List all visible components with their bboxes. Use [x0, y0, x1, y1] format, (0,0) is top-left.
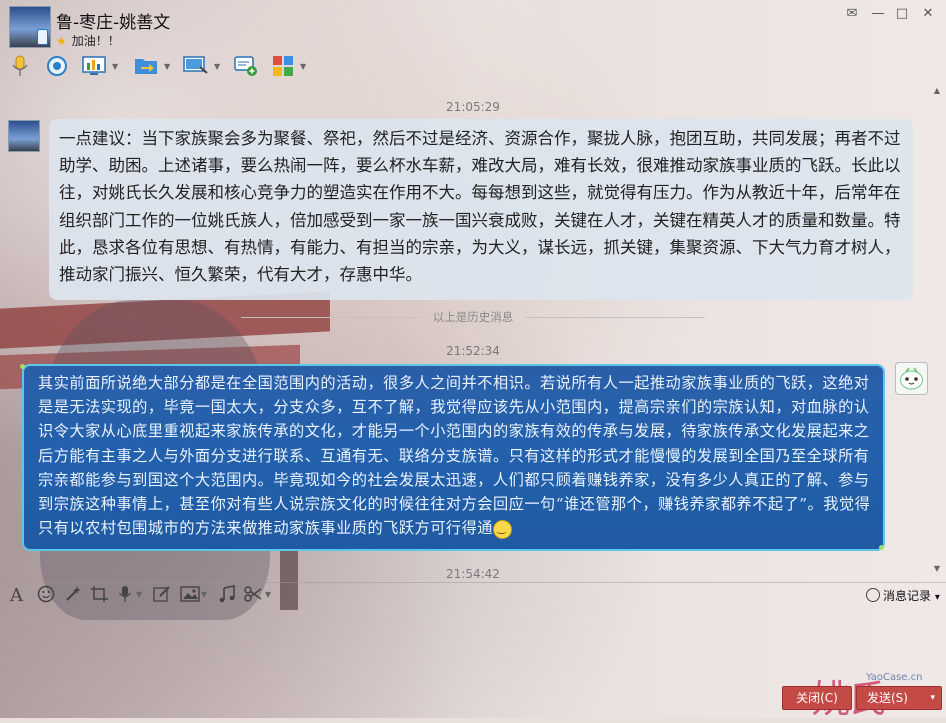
smile-emoji-icon: [492, 519, 512, 539]
history-separator: 以上是历史消息: [0, 309, 946, 325]
chevron-down-icon[interactable]: ▾: [930, 687, 935, 709]
doodle-icon[interactable]: [153, 585, 171, 607]
close-window-button[interactable]: ✕: [918, 6, 938, 22]
feedback-icon[interactable]: ✉: [842, 6, 862, 22]
send-label: 发送(S): [867, 691, 908, 705]
image-icon[interactable]: [180, 585, 200, 607]
title-bar: 鲁-枣庄-姚善文 ★ 加油！！ ✉ — □ ✕: [0, 0, 946, 50]
font-icon[interactable]: A: [10, 585, 23, 607]
microphone-icon[interactable]: [6, 52, 34, 80]
self-avatar[interactable]: [895, 362, 928, 395]
sender-avatar[interactable]: [8, 120, 40, 152]
chat-toolbar: ▼ ▼ ▼ ▼: [0, 52, 946, 82]
contact-name[interactable]: 鲁-枣庄-姚善文: [56, 8, 170, 33]
message-timestamp: 21:52:34: [446, 344, 500, 358]
chevron-down-icon[interactable]: ▼: [164, 62, 170, 71]
sent-message-text: 其实前面所说绝大部分都是在全国范围内的活动，很多人之间并不相识。若说所有人一起推…: [38, 374, 871, 538]
screen-share-icon[interactable]: [80, 52, 108, 80]
maximize-button[interactable]: □: [892, 6, 912, 22]
minimize-button[interactable]: —: [868, 6, 888, 22]
signature-text: 加油！！: [71, 34, 120, 48]
chevron-down-icon[interactable]: ▼: [136, 590, 142, 612]
screenshot-icon[interactable]: [90, 585, 110, 607]
emoji-icon[interactable]: [37, 585, 55, 607]
group-chat-icon[interactable]: [232, 52, 260, 80]
star-icon: ★: [56, 34, 67, 48]
message-timestamp: 21:54:42: [446, 567, 500, 581]
bubble-decoration: [879, 545, 884, 550]
scissors-icon[interactable]: [244, 585, 262, 607]
contact-avatar[interactable]: [9, 6, 51, 48]
video-icon[interactable]: [43, 52, 71, 80]
file-transfer-icon[interactable]: [132, 52, 160, 80]
input-toolbar: A ▼ ▼ ▼ 消息记录 ▾: [0, 582, 946, 611]
music-icon[interactable]: [218, 585, 236, 607]
mobile-online-icon: [37, 29, 48, 45]
send-button[interactable]: 发送(S) ▾: [856, 686, 942, 710]
chevron-down-icon[interactable]: ▼: [300, 62, 306, 71]
message-timestamp: 21:05:29: [446, 100, 500, 114]
close-button[interactable]: 关闭(C): [782, 686, 852, 710]
clock-icon: [866, 588, 880, 602]
scroll-up-icon[interactable]: ▲: [931, 86, 943, 95]
watermark-subtext: YaoCase.cn: [866, 672, 923, 683]
voice-message-icon[interactable]: [118, 585, 132, 607]
scroll-down-icon[interactable]: ▼: [931, 564, 943, 573]
bubble-decoration: [20, 364, 25, 369]
magic-emoji-icon[interactable]: [64, 585, 82, 607]
remote-desktop-icon[interactable]: [182, 52, 210, 80]
received-message-bubble[interactable]: 一点建议：当下家族聚会多为聚餐、祭祀，然后不过是经济、资源合作，聚拢人脉，抱团互…: [49, 119, 913, 300]
contact-signature: ★ 加油！！: [56, 32, 120, 49]
message-history-button[interactable]: 消息记录 ▾: [866, 587, 940, 604]
chevron-down-icon[interactable]: ▼: [112, 62, 118, 71]
chevron-down-icon[interactable]: ▼: [214, 62, 220, 71]
chevron-down-icon: ▾: [934, 592, 940, 603]
sent-message-bubble[interactable]: 其实前面所说绝大部分都是在全国范围内的活动，很多人之间并不相识。若说所有人一起推…: [22, 364, 885, 551]
chevron-down-icon[interactable]: ▼: [201, 590, 207, 612]
chevron-down-icon[interactable]: ▼: [265, 590, 271, 612]
apps-icon[interactable]: [269, 52, 297, 80]
history-label: 消息记录: [883, 589, 932, 603]
message-scrollbar[interactable]: ▲ ▼: [931, 86, 943, 576]
